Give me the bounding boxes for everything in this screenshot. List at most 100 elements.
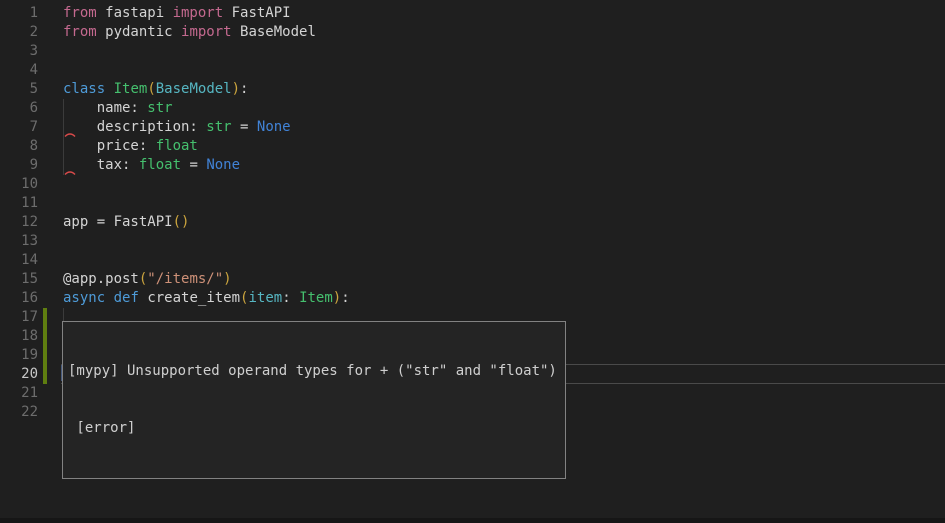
code-line-content[interactable]: description: str = None [63, 118, 945, 137]
line-number[interactable]: 6 [0, 99, 38, 118]
code-line-content[interactable] [63, 42, 945, 61]
git-gutter [43, 270, 47, 289]
line-number[interactable]: 8 [0, 137, 38, 156]
code-token: Item [299, 290, 333, 306]
git-gutter [43, 80, 47, 99]
code-line-content[interactable]: async def create_item(item: Item): [63, 289, 945, 308]
code-line-content[interactable]: from fastapi import FastAPI [63, 4, 945, 23]
git-gutter [43, 194, 47, 213]
diagnostic-message: [mypy] Unsupported operand types for + (… [68, 362, 560, 381]
code-line: 9 tax: float = None [0, 156, 945, 175]
code-line: 12 app = FastAPI() [0, 213, 945, 232]
code-token: item [248, 290, 282, 306]
code-token: async [63, 290, 105, 306]
code-line-content[interactable]: class Item(BaseModel): [63, 80, 945, 99]
line-number[interactable]: 12 [0, 213, 38, 232]
code-token: app = FastAPI [63, 214, 173, 230]
indent-guide [63, 99, 64, 118]
code-editor[interactable]: 1 from fastapi import FastAPI 2 from pydant… [0, 0, 945, 523]
code-token: BaseModel [232, 24, 316, 40]
git-gutter-added-bar [43, 346, 47, 365]
code-line: 3 [0, 42, 945, 61]
code-token: class [63, 81, 105, 97]
code-token: import [181, 24, 232, 40]
code-line: 4 [0, 61, 945, 80]
code-line: 15 @app.post("/items/") [0, 270, 945, 289]
git-gutter [43, 61, 47, 80]
code-token: price: [63, 138, 156, 154]
code-line-content[interactable]: app = FastAPI() [63, 213, 945, 232]
code-token: float [156, 138, 198, 154]
git-gutter [43, 403, 47, 422]
line-number[interactable]: 2 [0, 23, 38, 42]
line-number[interactable]: 11 [0, 194, 38, 213]
code-line-content[interactable] [63, 232, 945, 251]
code-token: None [257, 119, 291, 135]
code-token: = [232, 119, 257, 135]
git-gutter [43, 4, 47, 23]
git-gutter-added-bar [43, 327, 47, 346]
code-line-content[interactable]: price: float [63, 137, 945, 156]
line-number[interactable]: 16 [0, 289, 38, 308]
line-number[interactable]: 5 [0, 80, 38, 99]
code-line-content[interactable] [63, 61, 945, 80]
line-number[interactable]: 13 [0, 232, 38, 251]
line-number[interactable]: 19 [0, 346, 38, 365]
code-token: None [206, 157, 240, 173]
code-token: ( [147, 81, 155, 97]
code-line-content[interactable]: @app.post("/items/") [63, 270, 945, 289]
git-gutter [43, 156, 47, 175]
line-number[interactable]: 4 [0, 61, 38, 80]
code-line: 2 from pydantic import BaseModel [0, 23, 945, 42]
git-gutter [43, 118, 47, 137]
code-token: str [147, 100, 172, 116]
code-line: 8 price: float [0, 137, 945, 156]
line-number[interactable]: 15 [0, 270, 38, 289]
code-token [105, 290, 113, 306]
line-number[interactable]: 10 [0, 175, 38, 194]
code-token: = [181, 157, 206, 173]
code-line: 16 async def create_item(item: Item): [0, 289, 945, 308]
line-number[interactable]: 9 [0, 156, 38, 175]
git-gutter [43, 384, 47, 403]
line-number[interactable]: 20 [0, 365, 38, 384]
code-line: 1 from fastapi import FastAPI [0, 4, 945, 23]
code-token: BaseModel [156, 81, 232, 97]
code-token: @app.post [63, 271, 139, 287]
line-number[interactable]: 7 [0, 118, 38, 137]
code-token [105, 81, 113, 97]
code-line-content[interactable] [63, 251, 945, 270]
window-bottom-edge [0, 518, 945, 523]
line-number[interactable]: 3 [0, 42, 38, 61]
git-gutter-added-bar [43, 308, 47, 327]
git-gutter [43, 289, 47, 308]
code-token: : [282, 290, 299, 306]
code-line: 5 class Item(BaseModel): [0, 80, 945, 99]
line-number[interactable]: 1 [0, 4, 38, 23]
git-gutter [43, 175, 47, 194]
code-line: 11 [0, 194, 945, 213]
line-number[interactable]: 14 [0, 251, 38, 270]
line-number[interactable]: 21 [0, 384, 38, 403]
code-line-content[interactable] [63, 175, 945, 194]
code-line-content[interactable]: tax: float = None [63, 156, 945, 175]
code-token: import [173, 5, 224, 21]
code-token: () [173, 214, 190, 230]
git-gutter [43, 42, 47, 61]
code-token: Item [114, 81, 148, 97]
code-line-content[interactable]: from pydantic import BaseModel [63, 23, 945, 42]
git-gutter [43, 232, 47, 251]
git-gutter [43, 251, 47, 270]
code-token: : [341, 290, 349, 306]
code-line: 10 [0, 175, 945, 194]
code-line-content[interactable]: name: str [63, 99, 945, 118]
line-number[interactable]: 22 [0, 403, 38, 422]
git-gutter [43, 99, 47, 118]
code-line-content[interactable] [63, 194, 945, 213]
indent-guide [63, 137, 64, 156]
code-token: : [240, 81, 248, 97]
line-number[interactable]: 17 [0, 308, 38, 327]
code-token: pydantic [97, 24, 181, 40]
code-token: from [63, 5, 97, 21]
line-number[interactable]: 18 [0, 327, 38, 346]
